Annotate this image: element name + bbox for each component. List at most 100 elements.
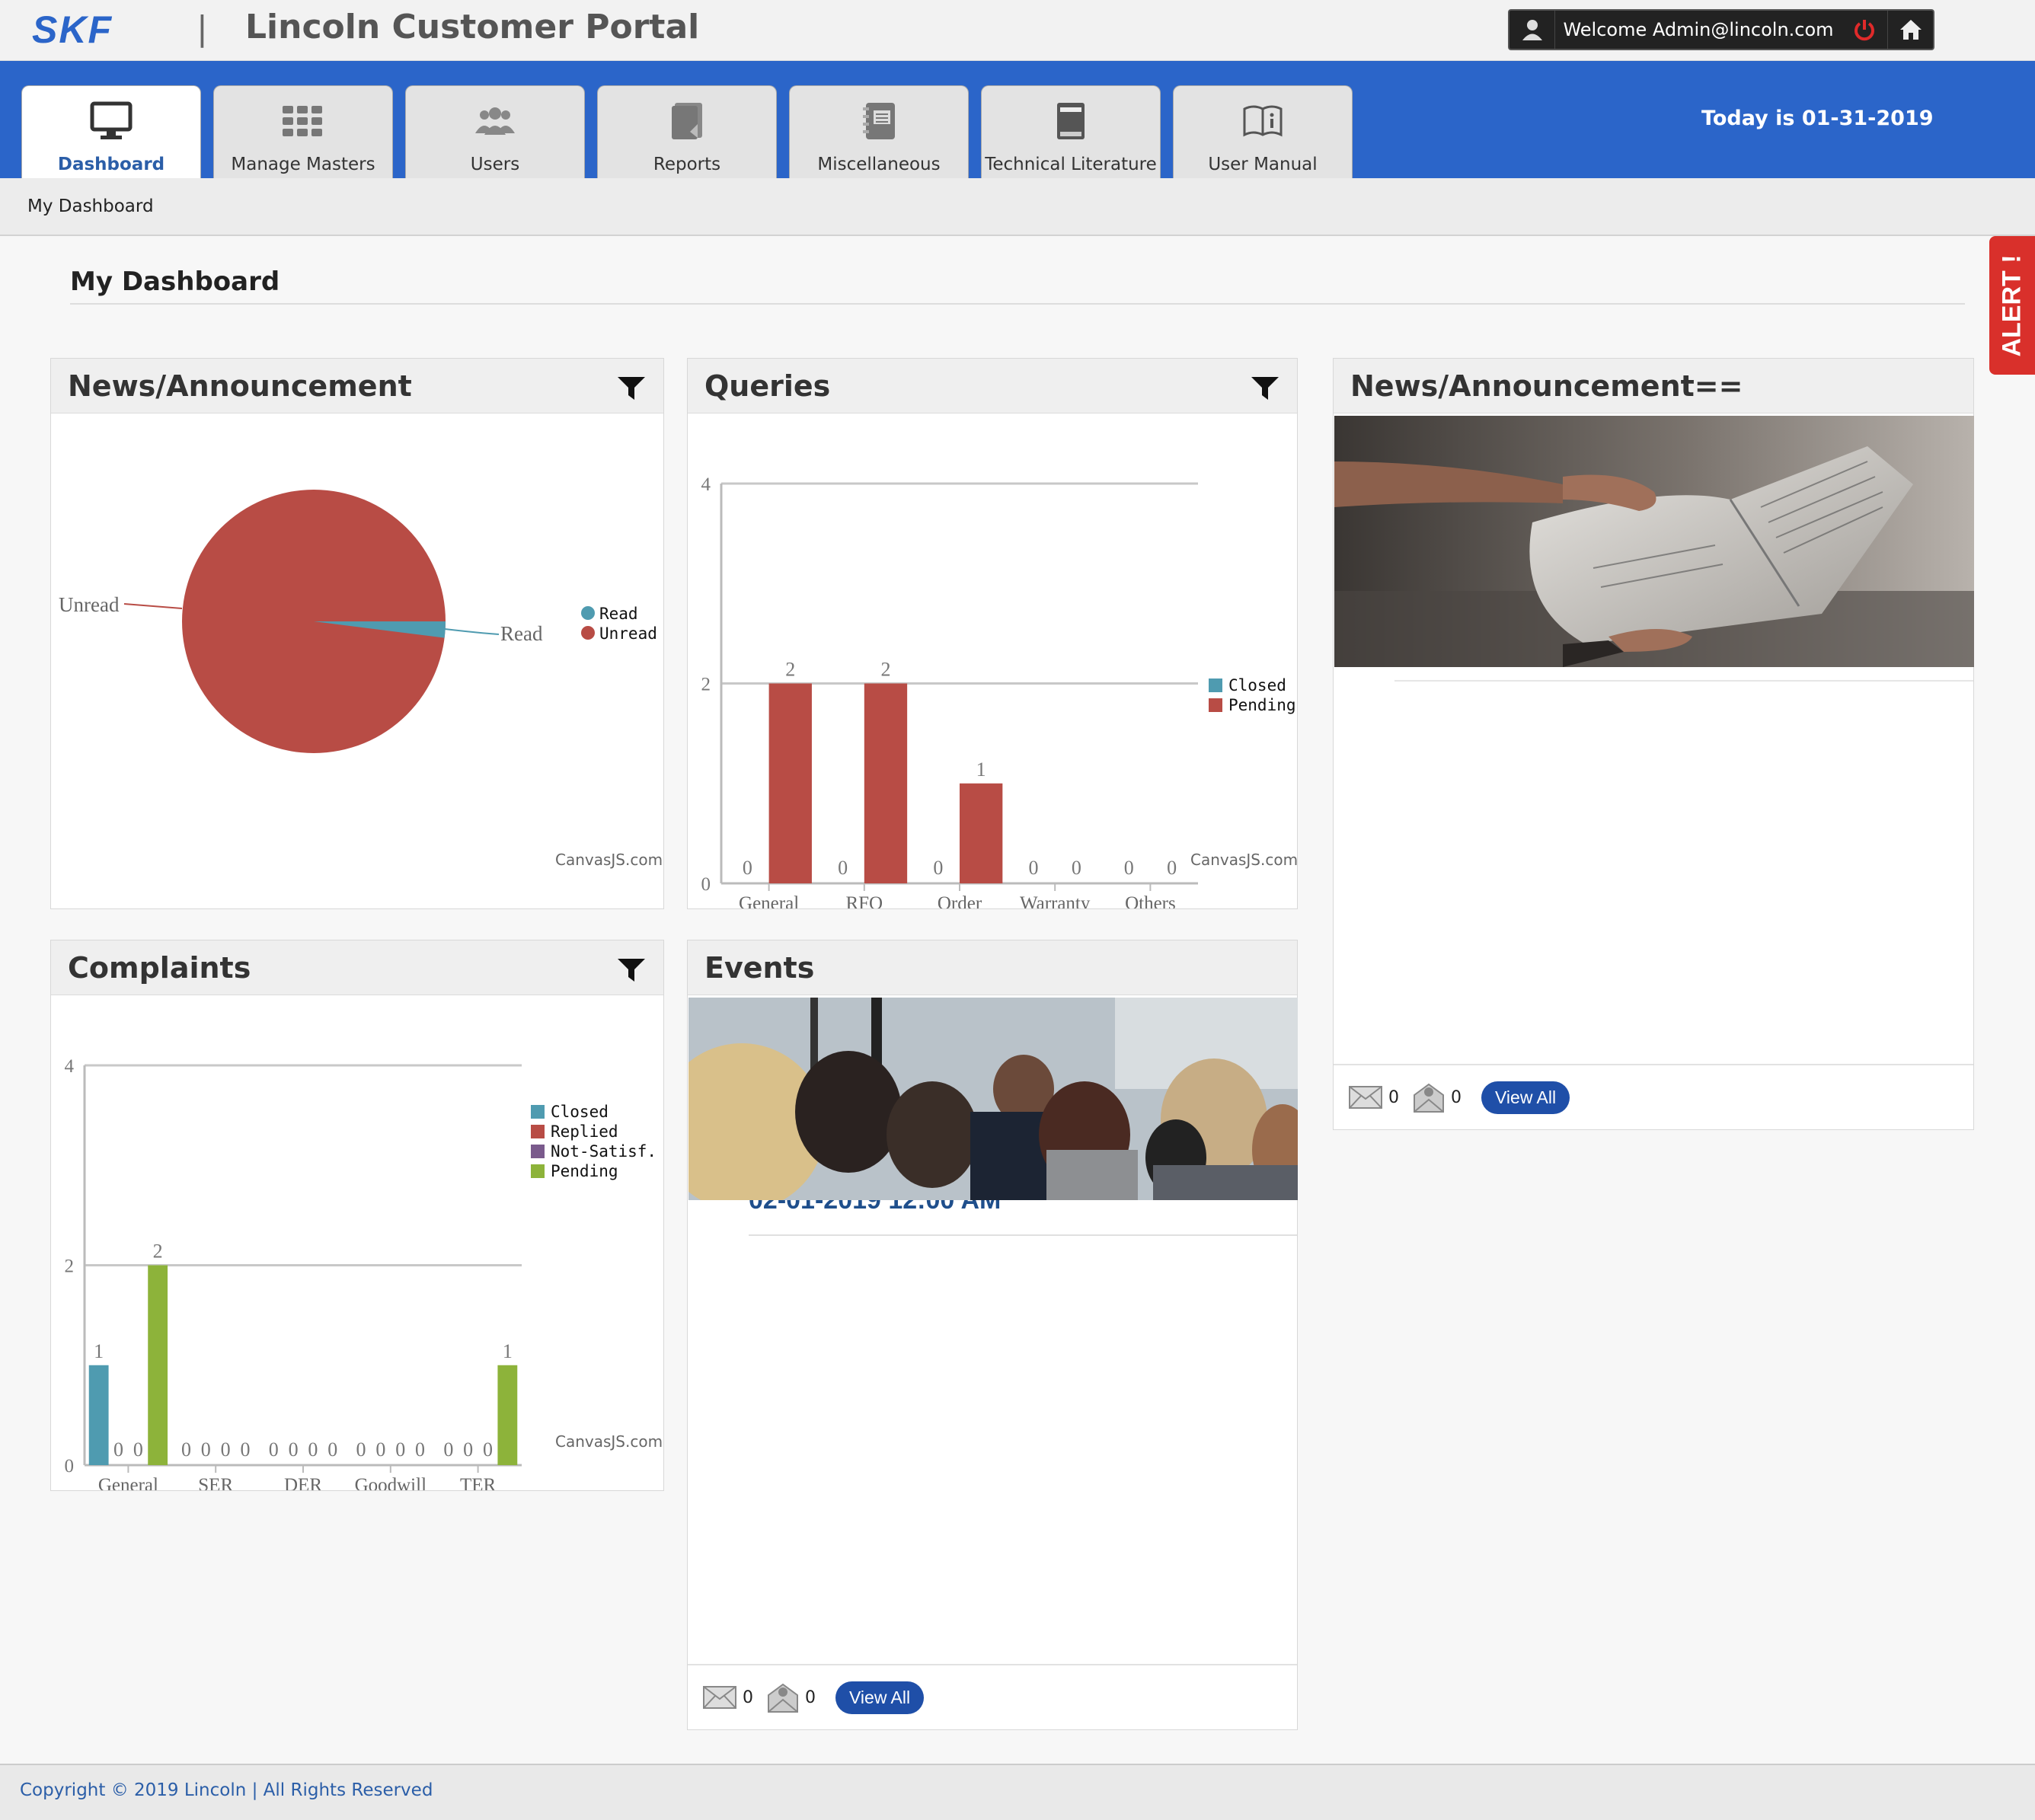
view-all-button[interactable]: View All xyxy=(1481,1081,1570,1114)
bar[interactable] xyxy=(148,1265,168,1466)
mail-icon[interactable] xyxy=(1349,1086,1382,1109)
y-tick-label: 0 xyxy=(701,874,711,895)
data-label: 1 xyxy=(503,1340,513,1362)
legend-item-unread[interactable]: Unread xyxy=(599,624,657,643)
legend-marker xyxy=(531,1105,545,1119)
news-item-divider xyxy=(1394,680,1973,682)
x-tick-label: Warranty xyxy=(1020,893,1091,908)
page-title: My Dashboard xyxy=(70,267,280,297)
tab-label: Manage Masters xyxy=(231,155,375,174)
data-label: 0 xyxy=(269,1438,279,1461)
pie-index-label-unread: Unread xyxy=(59,593,120,616)
chart-credit[interactable]: CanvasJS.com xyxy=(555,1432,663,1451)
x-tick-label: Others xyxy=(1125,893,1176,908)
filter-icon[interactable] xyxy=(616,957,647,983)
bar[interactable] xyxy=(497,1365,518,1465)
data-label: 0 xyxy=(443,1438,453,1461)
news-pie-chart: Unread Read Read Unread xyxy=(59,490,657,753)
queries-panel: Queries 0 2 4 General 0 2 RFQ 0 2 Order 0 1 Warranty… xyxy=(687,358,1298,914)
tab-technical-literature[interactable]: Technical Literature xyxy=(981,85,1161,178)
pie-index-label-read: Read xyxy=(500,622,543,645)
data-label: 0 xyxy=(415,1438,425,1461)
today-date: Today is 01-31-2019 xyxy=(1701,107,1934,130)
data-label: 0 xyxy=(221,1438,231,1461)
open-mail-icon[interactable] xyxy=(767,1681,799,1713)
bar[interactable] xyxy=(768,683,812,884)
data-label: 0 xyxy=(327,1438,337,1461)
data-label: 0 xyxy=(395,1438,405,1461)
legend-marker xyxy=(1209,698,1222,712)
legend-item[interactable]: Not-Satisf. xyxy=(551,1142,657,1161)
legend-marker xyxy=(531,1125,545,1138)
x-tick-label: Order xyxy=(938,893,982,908)
legend-marker xyxy=(531,1164,545,1178)
legend-item[interactable]: Replied xyxy=(551,1122,618,1141)
legend-marker xyxy=(531,1145,545,1158)
x-tick-label: SER xyxy=(198,1475,233,1490)
tab-label: Dashboard xyxy=(57,155,165,174)
y-tick-label: 2 xyxy=(701,675,711,695)
data-label: 0 xyxy=(1029,857,1039,879)
page-footer: Copyright © 2019 Lincoln | All Rights Re… xyxy=(0,1764,2035,1820)
y-tick-label: 0 xyxy=(65,1456,75,1477)
tab-manage-masters[interactable]: Manage Masters xyxy=(213,85,393,178)
title-separator: | xyxy=(196,9,208,48)
power-icon[interactable] xyxy=(1842,11,1887,49)
x-tick-label: General xyxy=(98,1475,158,1490)
data-label: 0 xyxy=(1167,857,1177,879)
mail-icon[interactable] xyxy=(703,1686,736,1709)
tab-label: Reports xyxy=(653,155,721,174)
tab-reports[interactable]: Reports xyxy=(597,85,777,178)
y-tick-label: 4 xyxy=(65,1056,75,1077)
home-icon[interactable] xyxy=(1887,11,1933,49)
view-all-button[interactable]: View All xyxy=(835,1681,925,1714)
alert-tab[interactable]: ALERT ! xyxy=(1989,236,2035,375)
news-list-footer: 0 0 View All xyxy=(1334,1064,1973,1129)
tab-user-manual[interactable]: User Manual xyxy=(1173,85,1353,178)
legend-item[interactable]: Closed xyxy=(551,1103,609,1121)
news-list-panel: News/Announcement== 0 0 View All xyxy=(1333,358,1974,1130)
legend-marker-read xyxy=(581,606,595,620)
data-label: 0 xyxy=(1072,857,1081,879)
x-tick-label: TER xyxy=(460,1475,497,1490)
tab-label: Miscellaneous xyxy=(817,155,941,174)
bar[interactable] xyxy=(88,1365,109,1465)
open-mail-icon[interactable] xyxy=(1413,1081,1445,1113)
bar[interactable] xyxy=(960,783,1003,883)
legend-item-read[interactable]: Read xyxy=(599,605,638,623)
data-label: 0 xyxy=(181,1438,191,1461)
panel-header: Events xyxy=(688,940,1297,995)
copyright-text: Copyright © 2019 Lincoln | All Rights Re… xyxy=(20,1780,433,1800)
tab-label: Users xyxy=(470,155,520,174)
panel-header: News/Announcement== xyxy=(1334,359,1973,413)
breadcrumb[interactable]: My Dashboard xyxy=(27,196,154,216)
tab-users[interactable]: Users xyxy=(405,85,585,178)
chart-credit[interactable]: CanvasJS.com xyxy=(1190,851,1298,869)
breadcrumb-bar: My Dashboard xyxy=(0,178,2035,236)
data-label: 0 xyxy=(838,857,848,879)
legend-item[interactable]: Pending xyxy=(1228,696,1296,714)
panel-header: Complaints xyxy=(51,940,663,995)
queries-bar-chart: 0 2 4 General 0 2 RFQ 0 2 Order 0 1 Warranty 0 0 Others… xyxy=(701,474,1296,914)
skf-logo: SKF xyxy=(32,9,111,47)
bar[interactable] xyxy=(864,683,908,884)
legend-marker xyxy=(1209,679,1222,692)
grid-icon xyxy=(214,100,392,142)
legend-item[interactable]: Closed xyxy=(1228,676,1286,694)
filter-icon[interactable] xyxy=(616,375,647,401)
tab-miscellaneous[interactable]: Miscellaneous xyxy=(789,85,969,178)
legend-item[interactable]: Pending xyxy=(551,1162,618,1180)
welcome-text: Welcome Admin@lincoln.com xyxy=(1563,19,1834,40)
panel-title: Complaints xyxy=(68,951,251,985)
legend-marker-unread xyxy=(581,626,595,640)
user-icon[interactable] xyxy=(1509,11,1555,49)
chart-credit[interactable]: CanvasJS.com xyxy=(555,851,663,869)
read-count: 0 xyxy=(1451,1087,1462,1107)
app-title: Lincoln Customer Portal xyxy=(245,8,700,46)
filter-icon[interactable] xyxy=(1250,375,1280,401)
pie-legend: Read Unread xyxy=(581,605,657,643)
x-tick-label: DER xyxy=(284,1475,322,1490)
tab-dashboard[interactable]: Dashboard xyxy=(21,85,201,178)
data-label: 0 xyxy=(133,1438,143,1461)
notebook-icon xyxy=(790,100,968,142)
